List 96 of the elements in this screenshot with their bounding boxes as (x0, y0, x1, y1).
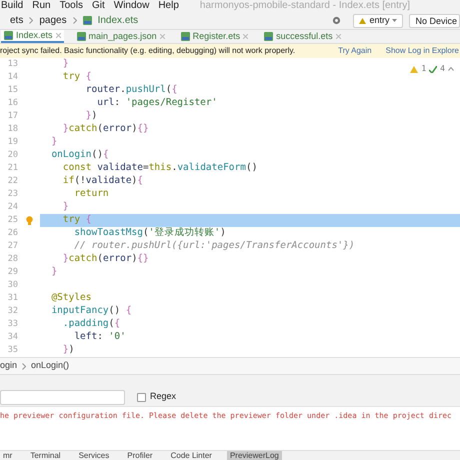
code-text: }catch(error){} (62, 252, 149, 266)
module-dropdown[interactable]: entry (353, 14, 404, 28)
line-number: 25 (0, 214, 18, 227)
code-text: } (62, 200, 69, 214)
line-number: 31 (6, 292, 18, 305)
file-icon (4, 31, 13, 40)
menu-item[interactable]: Window (114, 1, 150, 11)
code-text: if(!validate){ (62, 174, 144, 188)
tool-window-tab[interactable]: Code Linter (168, 451, 215, 460)
line-number: 17 (6, 110, 18, 123)
regex-label: Regex (150, 390, 176, 404)
chevron-icon (22, 362, 26, 370)
breadcrumb-item[interactable]: pages (39, 13, 67, 28)
menu-item[interactable]: Git (92, 1, 105, 11)
line-number: 35 (6, 344, 18, 357)
code-text: url: 'pages/Register' (96, 96, 218, 110)
line-number: 15 (6, 84, 18, 97)
file-icon (264, 32, 274, 41)
code-text: } (50, 135, 58, 150)
code-text: inputFancy() { (50, 304, 132, 318)
code-text: try { (62, 213, 92, 228)
breadcrumb-item[interactable]: Index.ets (98, 13, 138, 28)
line-number: 27 (6, 240, 18, 253)
banner-link[interactable]: Try Again (338, 45, 372, 57)
code-text: return (73, 187, 109, 202)
code-text: }catch(error){} (62, 122, 149, 136)
line-number: 28 (6, 253, 18, 266)
check-icon[interactable] (429, 66, 438, 72)
device-dropdown[interactable]: No Device (409, 14, 460, 28)
close-icon[interactable] (56, 33, 61, 38)
file-icon (82, 16, 92, 25)
banner-link[interactable]: Show Log in Explore (386, 45, 459, 57)
warning-count: 1 (421, 63, 426, 75)
breadcrumb-item[interactable]: onLogin() (31, 359, 70, 373)
warning-icon[interactable] (410, 66, 418, 72)
file-icon (180, 32, 190, 41)
file-icon (76, 32, 86, 41)
line-number: 16 (6, 97, 18, 110)
line-number: 19 (6, 136, 18, 149)
tool-window-tab[interactable]: Terminal (27, 451, 64, 460)
line-number: 23 (6, 188, 18, 201)
menu-item[interactable]: Run (32, 1, 51, 11)
tool-window-tab[interactable]: mr (0, 451, 16, 460)
close-icon[interactable] (336, 34, 341, 39)
code-text: onLogin(){ (50, 148, 109, 162)
code-text: .padding({ (62, 317, 120, 332)
line-number: 21 (6, 162, 18, 175)
chevron-icon (72, 17, 77, 24)
code-text: } (62, 57, 69, 72)
tool-window-tab[interactable]: Services (76, 451, 112, 460)
chevron-icon (29, 17, 34, 24)
code-text: showToastMsg('登录成功转账') (73, 226, 226, 240)
breadcrumb-item[interactable]: ets (10, 13, 24, 28)
line-number: 33 (6, 318, 18, 331)
close-icon[interactable] (243, 34, 248, 39)
code-text: }) (84, 109, 98, 124)
code-text: router.pushUrl({ (84, 83, 178, 98)
line-number: 34 (6, 331, 18, 344)
lightbulb-icon[interactable] (26, 216, 32, 225)
search-field[interactable] (0, 390, 125, 404)
line-number: 32 (6, 305, 18, 318)
line-number: 20 (6, 149, 18, 162)
editor-tab[interactable]: Register.ets (178, 30, 252, 43)
chevron-up-icon[interactable] (448, 67, 454, 71)
code-text: const validate=this.validateForm() (62, 161, 258, 176)
line-number: 13 (6, 58, 18, 71)
tool-window-tab[interactable]: PreviewerLog (226, 451, 282, 460)
settings-icon[interactable] (332, 16, 342, 25)
weak-warning-count: 4 (440, 63, 445, 75)
regex-checkbox[interactable] (137, 392, 146, 402)
line-number: 30 (6, 279, 18, 292)
line-number: 24 (6, 201, 18, 214)
code-text: } (50, 265, 58, 280)
code-text: try { (62, 70, 92, 84)
code-text: }) (62, 343, 74, 358)
editor-tab[interactable]: Index.ets (1, 30, 64, 43)
menu-item[interactable]: Help (158, 1, 179, 11)
editor-tab[interactable]: main_pages.json (74, 30, 168, 43)
tool-window-tab[interactable]: Profiler (124, 451, 156, 460)
code-text: left: '0' (73, 330, 126, 344)
breadcrumb-item[interactable]: ogin (0, 359, 18, 373)
line-number: 22 (6, 175, 18, 188)
menu-item[interactable]: Tools (60, 1, 83, 11)
caret-icon (392, 19, 398, 22)
close-icon[interactable] (160, 34, 165, 39)
line-number: 14 (6, 71, 18, 84)
line-number: 26 (6, 227, 18, 240)
menu-item[interactable]: Build (1, 1, 24, 11)
code-text: @Styles (50, 291, 92, 306)
window-title: harmonyos-pmobile-standard - Index.ets [entry] (200, 1, 410, 11)
code-text: // router.pushUrl({url:'pages/TransferAccounts'}) (73, 239, 355, 254)
line-number: 18 (6, 123, 18, 136)
module-icon (359, 18, 366, 24)
line-number: 29 (6, 266, 18, 279)
editor-tab[interactable]: successful.ets (261, 30, 344, 43)
banner-message: roject sync failed. Basic functionality (e.g. editing, debugging) will not work properly. (0, 45, 296, 57)
